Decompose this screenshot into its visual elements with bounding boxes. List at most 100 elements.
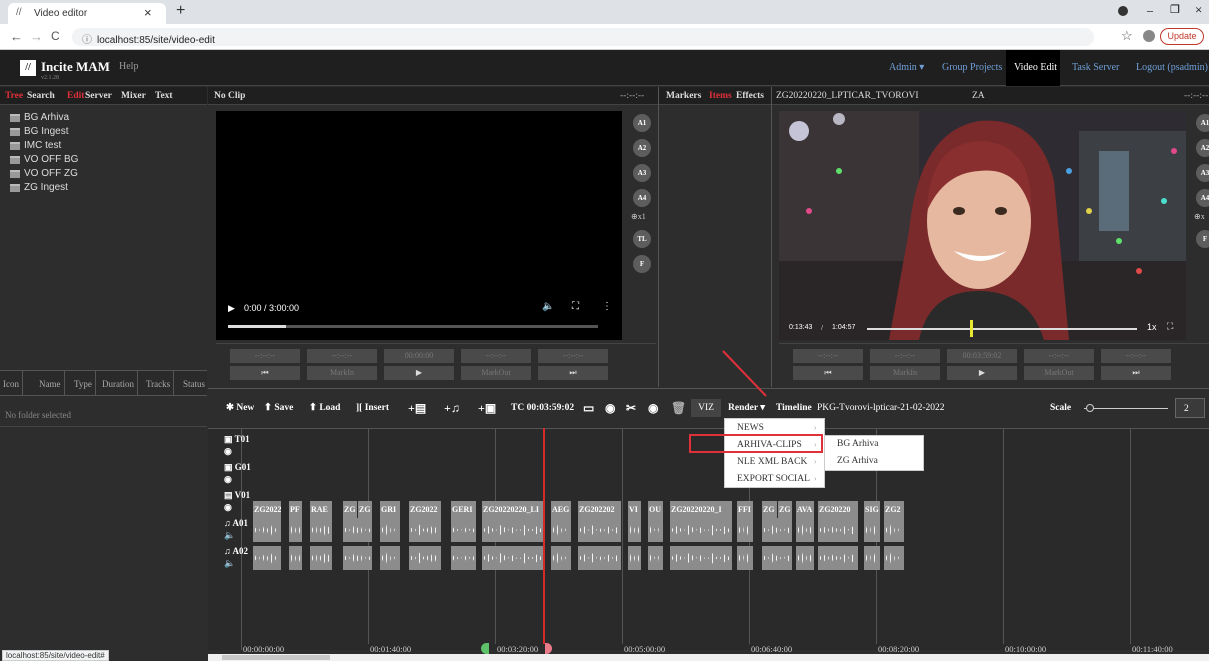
source-play-button[interactable]: ▶ — [384, 366, 454, 380]
source-a4-button[interactable]: A4 — [633, 189, 651, 207]
audio-clip[interactable] — [551, 546, 571, 570]
timeline-scrollbar[interactable] — [208, 654, 1209, 661]
audio-clip[interactable] — [253, 518, 281, 542]
tab-tree[interactable]: Tree — [5, 91, 23, 101]
submenu-item-bg-arhiva[interactable]: BG Arhiva — [837, 439, 878, 449]
source-video-player[interactable]: ▶ 0:00 / 3:00:00 🔈 ⛶ ⋮ — [216, 111, 622, 340]
markout-marker[interactable] — [545, 643, 552, 654]
program-a3-button[interactable]: A3 — [1196, 164, 1209, 182]
audio-clip[interactable] — [310, 518, 332, 542]
update-button[interactable]: Update — [1160, 28, 1204, 45]
audio-clip[interactable] — [310, 546, 332, 570]
col-tracks[interactable]: Tracks — [143, 371, 175, 395]
zoom-icon[interactable]: ⊕x1 — [631, 212, 646, 221]
audio-clip[interactable] — [864, 546, 880, 570]
nav-admin[interactable]: Admin ▾ — [889, 62, 924, 73]
scissors-icon[interactable]: ✂ — [626, 398, 636, 418]
add-graphic-track-button[interactable]: +▣ — [478, 398, 496, 418]
program-zoom-icon[interactable]: ⊕x — [1194, 212, 1205, 221]
audio-clip[interactable] — [864, 518, 880, 542]
audio-clip[interactable] — [578, 518, 621, 542]
source-progress[interactable] — [228, 325, 598, 328]
audio-clip[interactable] — [253, 546, 281, 570]
audio-clip[interactable] — [289, 518, 302, 542]
program-fullscreen-icon[interactable]: ⛶ — [1167, 321, 1173, 332]
volume-icon[interactable]: 🔈 — [542, 301, 554, 312]
audio-clip[interactable] — [628, 518, 641, 542]
program-a1-button[interactable]: A1 — [1196, 114, 1209, 132]
audio-clip[interactable] — [670, 546, 732, 570]
menu-item-nle-xml-back[interactable]: NLE XML BACK — [737, 457, 807, 467]
audio-clip[interactable] — [737, 546, 753, 570]
monitor-icon[interactable]: ▭ — [583, 398, 594, 418]
track-a02-speaker-icon[interactable]: 🔈 — [224, 558, 235, 569]
tab-items[interactable]: Items — [709, 91, 732, 101]
program-f-button[interactable]: F — [1196, 230, 1209, 248]
tree-item[interactable]: VO OFF ZG — [10, 168, 78, 182]
audio-clip[interactable] — [343, 546, 372, 570]
program-markin-button[interactable]: MarkIn — [870, 366, 940, 380]
program-a4-button[interactable]: A4 — [1196, 189, 1209, 207]
audio-clip[interactable] — [818, 546, 858, 570]
scale-slider-handle[interactable] — [1086, 404, 1094, 412]
more-icon[interactable]: ⋮ — [602, 301, 612, 312]
col-duration[interactable]: Duration — [99, 371, 138, 395]
help-link[interactable]: Help — [119, 61, 138, 72]
nav-logout[interactable]: Logout (psadmin) — [1136, 62, 1208, 73]
load-button[interactable]: ⬆ Load — [309, 398, 340, 418]
source-next-button[interactable]: ⏭ — [538, 366, 608, 380]
browser-tab[interactable]: // Video editor × — [8, 3, 166, 24]
play-icon[interactable]: ▶ — [228, 303, 235, 314]
record-icon[interactable]: ◉ — [648, 398, 658, 418]
trash-icon[interactable]: 🗑 — [671, 398, 686, 418]
program-speed[interactable]: 1x — [1147, 322, 1157, 332]
tree-item[interactable]: IMC test — [10, 140, 61, 154]
url-input[interactable]: ⓘ localhost:85/site/video-edit — [72, 28, 1094, 46]
tree-item[interactable]: VO OFF BG — [10, 154, 78, 168]
source-a2-button[interactable]: A2 — [633, 139, 651, 157]
audio-clip[interactable] — [343, 518, 372, 542]
scale-input[interactable]: 2 — [1175, 398, 1205, 418]
add-video-track-button[interactable]: +▤ — [408, 398, 426, 418]
source-tl-button[interactable]: TL — [633, 230, 651, 248]
audio-clip[interactable] — [409, 518, 441, 542]
back-icon[interactable]: ← — [10, 29, 23, 44]
insert-button[interactable]: ][ Insert — [356, 398, 389, 418]
audio-clip[interactable] — [737, 518, 753, 542]
target-icon[interactable]: ◉ — [605, 398, 615, 418]
tab-close-icon[interactable]: × — [144, 5, 152, 20]
source-prev-button[interactable]: ⏮ — [230, 366, 300, 380]
program-a2-button[interactable]: A2 — [1196, 139, 1209, 157]
audio-clip[interactable] — [648, 518, 663, 542]
track-v01-eye-icon[interactable]: ◉ — [224, 502, 232, 513]
program-video-player[interactable]: 0:13:43 / 1:04:57 1x ⛶ — [779, 111, 1186, 340]
program-prev-button[interactable]: ⏮ — [793, 366, 863, 380]
source-f-button[interactable]: F — [633, 255, 651, 273]
tab-effects[interactable]: Effects — [736, 91, 764, 101]
track-a01-speaker-icon[interactable]: 🔈 — [224, 530, 235, 541]
audio-clip[interactable] — [818, 518, 858, 542]
audio-clip[interactable] — [482, 546, 544, 570]
tree-item[interactable]: BG Arhiva — [10, 112, 69, 126]
tree-item[interactable]: ZG Ingest — [10, 182, 68, 196]
audio-clip[interactable] — [762, 546, 792, 570]
tab-search[interactable]: Search — [27, 91, 55, 101]
new-tab-button[interactable]: + — [176, 2, 185, 20]
source-markout-button[interactable]: MarkOut — [461, 366, 531, 380]
tab-text[interactable]: Text — [155, 91, 173, 101]
submenu-item-zg-arhiva[interactable]: ZG Arhiva — [837, 456, 878, 466]
profile-icon[interactable] — [1143, 30, 1155, 42]
program-markout-button[interactable]: MarkOut — [1024, 366, 1094, 380]
audio-clip[interactable] — [796, 546, 814, 570]
menu-item-news[interactable]: NEWS — [737, 423, 764, 433]
source-a3-button[interactable]: A3 — [633, 164, 651, 182]
program-scrubber-handle[interactable] — [969, 320, 973, 337]
audio-clip[interactable] — [762, 518, 792, 542]
audio-clip[interactable] — [884, 546, 904, 570]
audio-clip[interactable] — [796, 518, 814, 542]
audio-clip[interactable] — [648, 546, 663, 570]
audio-clip[interactable] — [884, 518, 904, 542]
star-icon[interactable]: ☆ — [1121, 28, 1133, 44]
program-scrubber[interactable] — [867, 328, 1137, 330]
audio-clip[interactable] — [628, 546, 641, 570]
